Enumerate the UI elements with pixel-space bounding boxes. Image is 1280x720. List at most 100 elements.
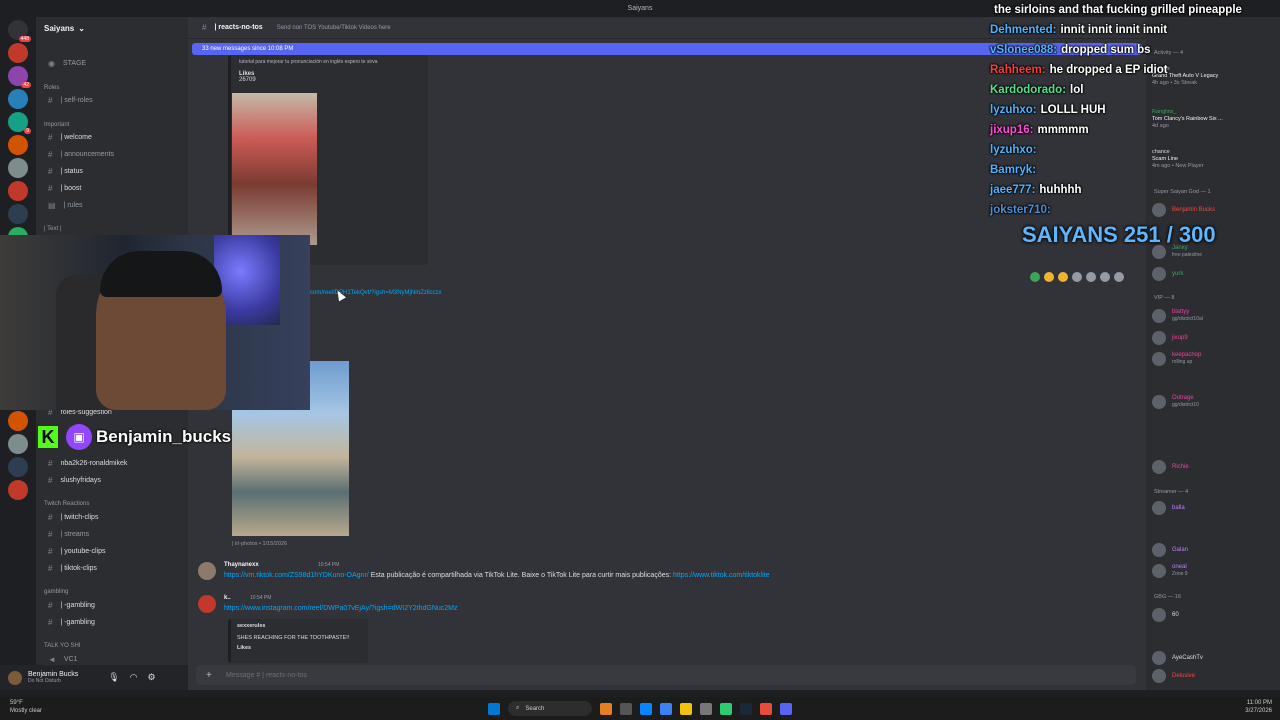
channel-welcome[interactable]: # | welcome (36, 129, 188, 146)
member-item[interactable]: yurk (1152, 265, 1183, 283)
message-image[interactable] (232, 93, 317, 245)
member-item[interactable]: balla (1152, 499, 1185, 517)
reaction-icon[interactable] (1030, 272, 1040, 282)
channel-announcements[interactable]: # | announcements (36, 146, 188, 163)
channel-status[interactable]: # | status (36, 163, 188, 180)
photo-caption[interactable]: | irl-photos • 1/15/2026 (232, 541, 287, 547)
discord-icon[interactable] (780, 702, 792, 715)
member-item[interactable]: jixup9 (1152, 329, 1188, 347)
embed-likes-label: Likes (239, 71, 255, 77)
message-time: 10:54 PM (250, 595, 272, 601)
hash-icon: # (48, 476, 53, 485)
member-item[interactable]: Outrage gg/district10 (1152, 393, 1199, 411)
channel-stage[interactable]: ◉ STAGE (36, 55, 188, 72)
server-icon[interactable] (8, 411, 28, 431)
channel-nba[interactable]: # nba2k26-ronaldmikek (36, 455, 188, 472)
server-icon[interactable] (8, 434, 28, 454)
avatar (1152, 669, 1166, 683)
hash-icon: # (48, 459, 53, 468)
server-icon[interactable]: 42 (8, 66, 31, 88)
taskbar-search[interactable]: ⌕ Search (508, 701, 592, 716)
channel-twitch-clips[interactable]: # | twitch-clips (36, 509, 188, 526)
forward-icon[interactable] (1100, 272, 1110, 282)
chat-line: lyzuhxo: (990, 140, 1280, 160)
steam-icon[interactable] (740, 702, 752, 715)
server-icon[interactable] (8, 135, 28, 155)
taskbar: 59°F Mostly clear ⌕ Search 11:00 PM 3/27… (0, 697, 1280, 720)
avatar[interactable] (198, 562, 216, 580)
channel-youtube-clips[interactable]: # | youtube-clips (36, 543, 188, 560)
member-item[interactable]: Galan (1152, 541, 1188, 559)
search-icon: ⌕ (516, 705, 520, 711)
mic-icon[interactable]: 🎙 (108, 672, 119, 683)
channel-self-roles[interactable]: # | self-roles (36, 92, 188, 109)
app-icon[interactable] (760, 702, 772, 715)
channel-gambling-1[interactable]: # | -gambling (36, 597, 188, 614)
message-link[interactable]: https://www.instagram.com/reel/DWPa07vEj… (224, 605, 458, 612)
plus-icon[interactable]: + (206, 670, 212, 681)
member-item[interactable]: keepachop rolling up (1152, 350, 1201, 368)
server-icon[interactable] (8, 89, 28, 109)
app-icon[interactable] (700, 702, 712, 715)
message-link[interactable]: com/reel/DPH1TekQvt/?igsh=M3NyMjNmZzlicc… (310, 290, 442, 296)
section-streamer: Streamer — 4 (1154, 489, 1189, 495)
headphones-icon[interactable]: ◠ (130, 672, 138, 683)
chat-line: lyzuhxo: LOLLL HUH (990, 100, 1280, 120)
user-name: Benjamin Bucks (28, 671, 79, 678)
chat-line: vSlonee088: dropped sum bs (990, 40, 1280, 60)
channel-slushy[interactable]: # slushyfridays (36, 472, 188, 489)
server-icon[interactable] (8, 480, 28, 500)
avatar[interactable] (8, 670, 22, 685)
member-item[interactable]: 60 (1152, 606, 1179, 624)
reply-icon[interactable] (1086, 272, 1096, 282)
channel-gambling-2[interactable]: # | -gambling (36, 614, 188, 631)
avatar (1152, 267, 1166, 281)
server-icon[interactable] (8, 457, 28, 477)
edge-icon[interactable] (640, 702, 652, 715)
channel-tiktok-clips[interactable]: # | tiktok-clips (36, 560, 188, 577)
server-header[interactable]: Saiyans ⌄ (36, 17, 188, 39)
channel-rules[interactable]: ▤ | rules (36, 197, 188, 214)
server-icon[interactable] (8, 158, 28, 178)
hash-icon: # (48, 184, 53, 193)
reaction-icon[interactable] (1044, 272, 1054, 282)
member-item[interactable]: Richie (1152, 458, 1189, 476)
folder-icon[interactable] (680, 702, 692, 715)
channel-boost[interactable]: # | boost (36, 180, 188, 197)
message-input[interactable]: + Message # | reacts-no-tos (196, 665, 1136, 685)
chat-username: lyzuhxo: (990, 104, 1037, 116)
member-item[interactable]: AyeCashTv (1152, 649, 1203, 667)
app-icon[interactable] (660, 702, 672, 715)
add-reaction-icon[interactable] (1072, 272, 1082, 282)
member-item[interactable]: blattyy gg/district10al (1152, 307, 1203, 325)
avatar[interactable] (198, 595, 216, 613)
member-item[interactable]: oneal Zone 9 (1152, 562, 1188, 580)
embed-author[interactable]: sexxerules (231, 619, 368, 633)
home-icon[interactable]: 448 (8, 20, 31, 42)
message-link[interactable]: https://vm.tiktok.com/ZS98d1hYDKuno-OAgn… (224, 572, 369, 579)
channel-topic: Send non TOS Youtube/Tiktok Videos here (276, 24, 391, 31)
member-item[interactable]: Delusive (1152, 667, 1195, 685)
message-author[interactable]: k.. (224, 595, 231, 601)
reaction-icon[interactable] (1058, 272, 1068, 282)
more-icon[interactable] (1114, 272, 1124, 282)
channel-streams[interactable]: # | streams (36, 526, 188, 543)
user-panel: Benjamin Bucks Do Not Disturb 🎙 ◠ ⚙ (0, 665, 188, 690)
chat-line: jaee777: huhhhh (990, 180, 1280, 200)
weather-desc: Mostly clear (10, 708, 43, 714)
server-icon[interactable] (8, 181, 28, 201)
webcam-hat (100, 251, 222, 297)
avatar (1152, 352, 1166, 366)
server-icon[interactable] (8, 43, 28, 63)
start-icon[interactable] (488, 702, 500, 715)
app-icon[interactable] (600, 702, 612, 715)
gear-icon[interactable]: ⚙ (148, 672, 156, 683)
message-author[interactable]: Thaynanexx (224, 562, 259, 568)
message-actions (1030, 272, 1124, 282)
server-icon[interactable] (8, 204, 28, 224)
app-icon[interactable] (620, 702, 632, 715)
window-title: Saiyans (627, 5, 653, 12)
message-link[interactable]: https://www.tiktok.com/tiktoklite (673, 572, 769, 579)
app-icon[interactable] (720, 702, 732, 715)
server-icon[interactable]: 9 (8, 112, 31, 134)
